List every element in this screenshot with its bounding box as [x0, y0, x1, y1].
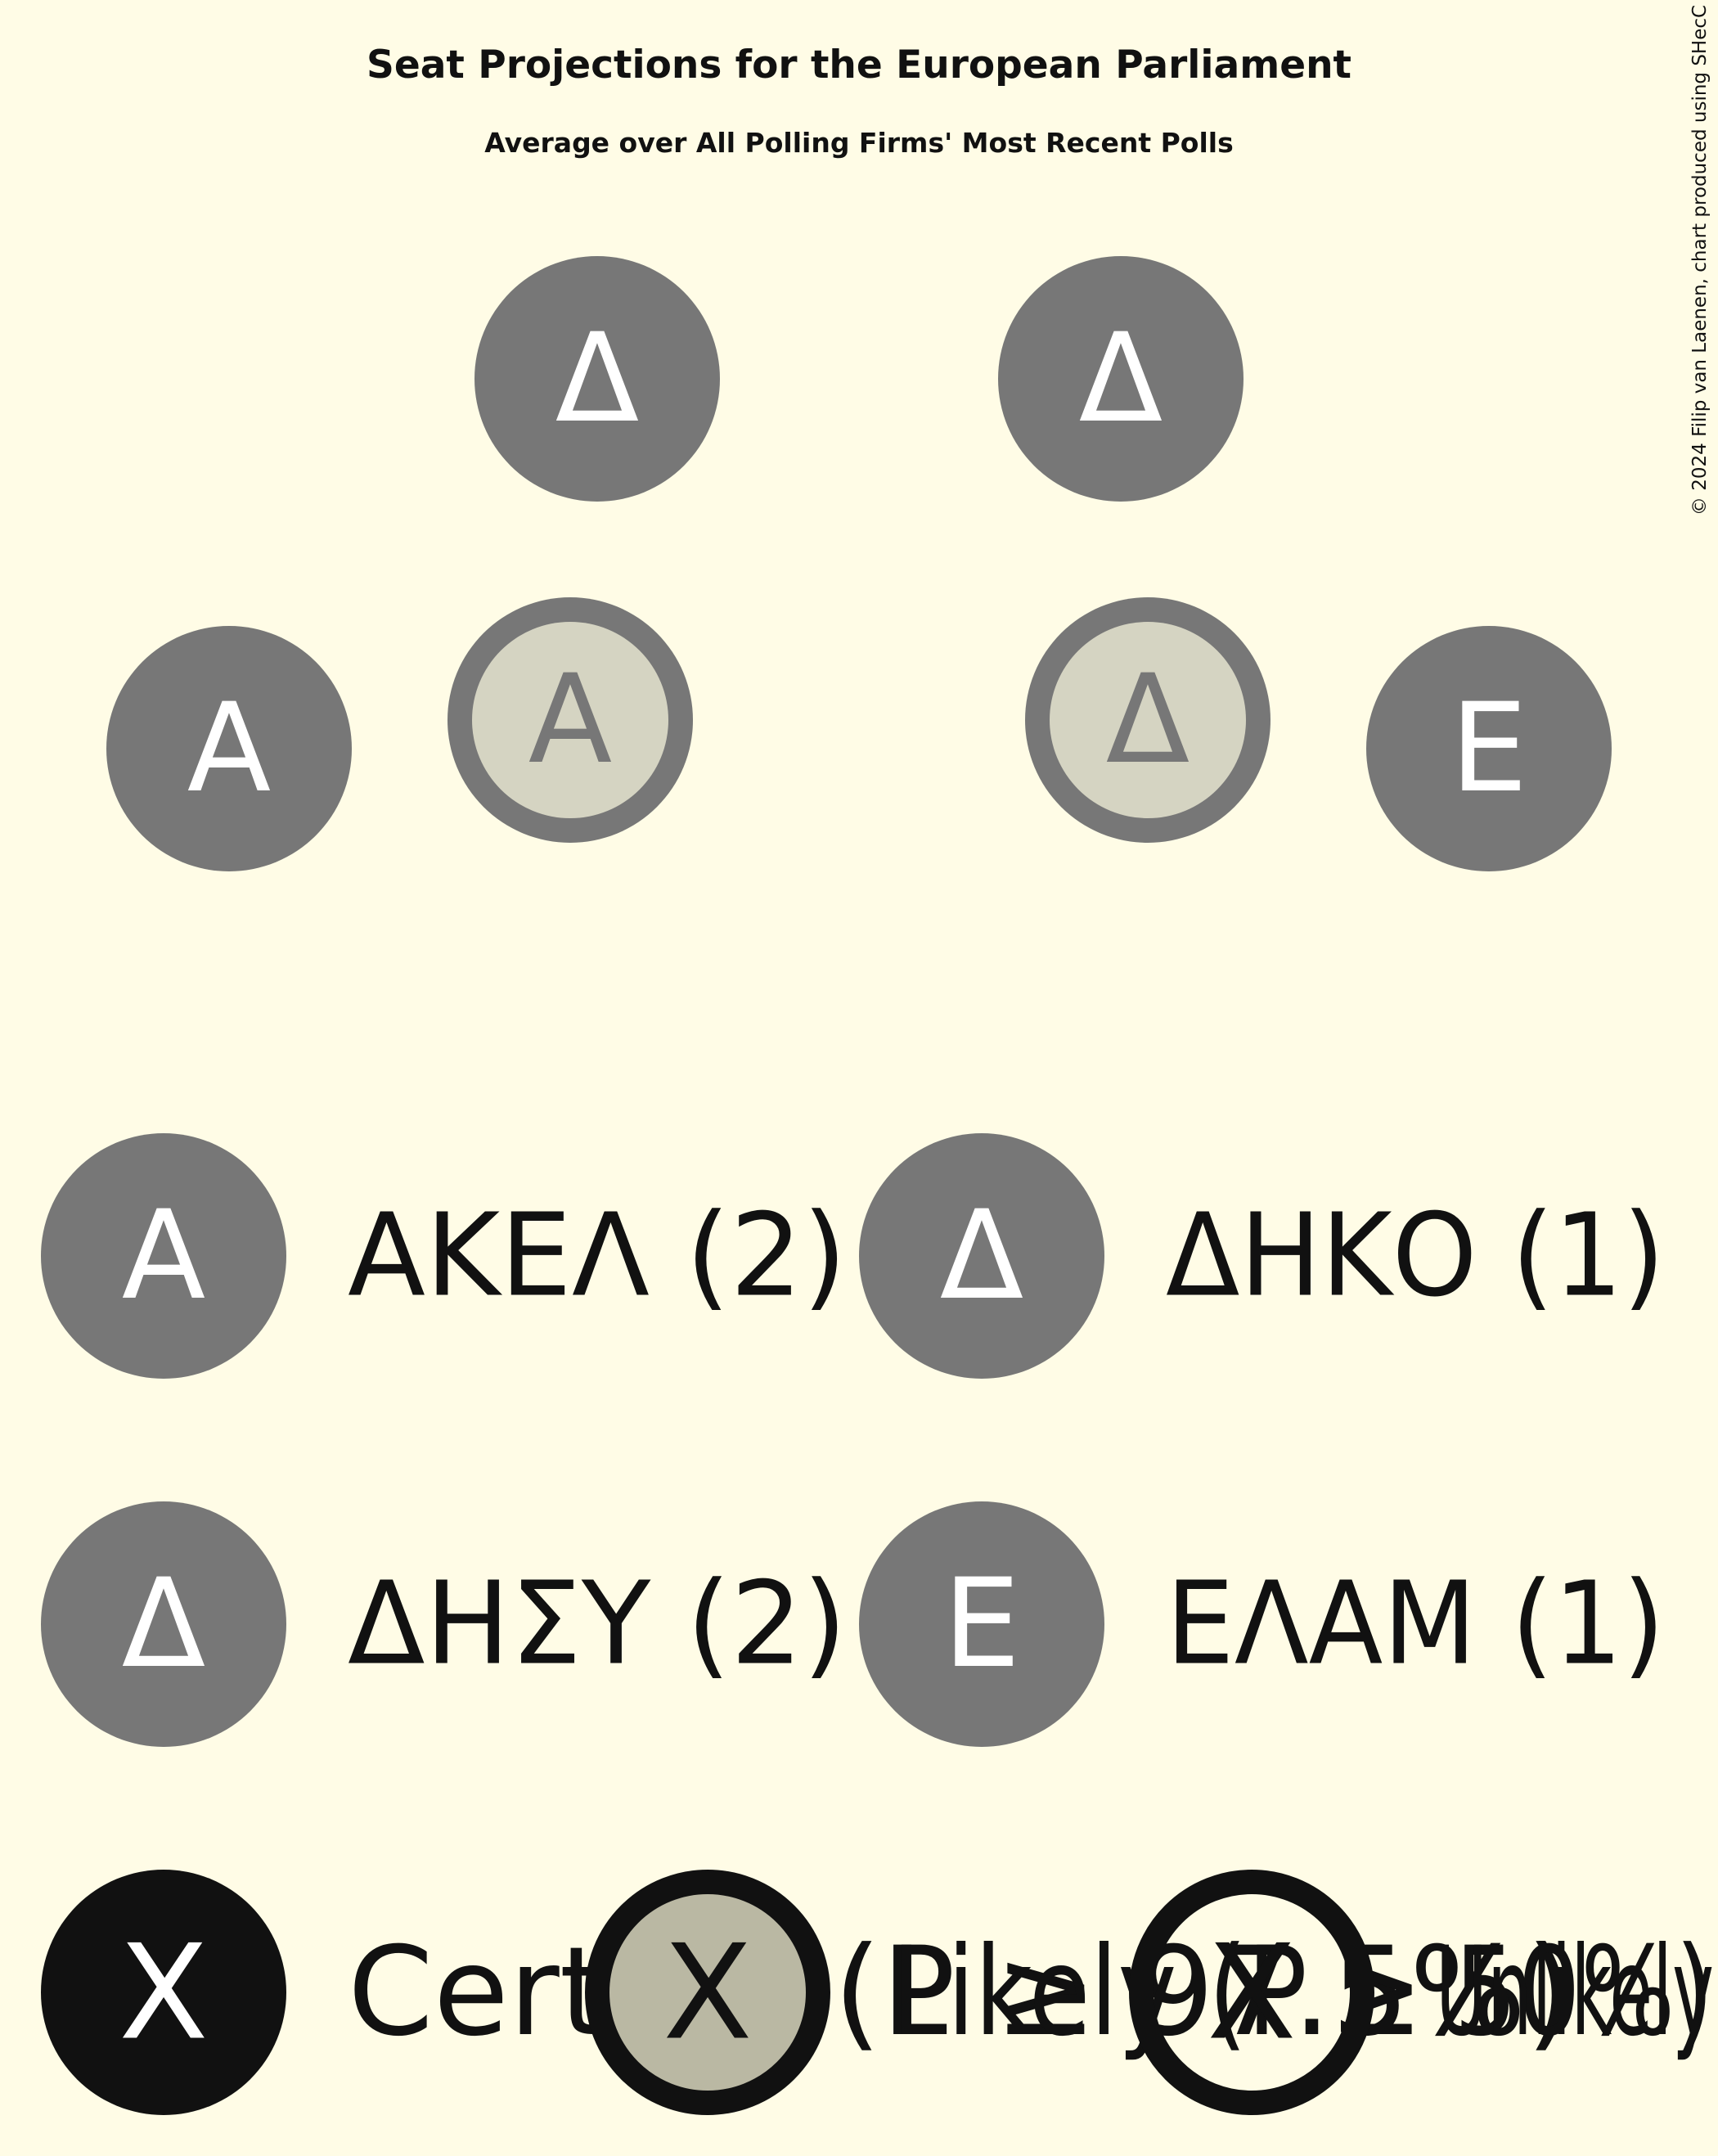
probability-label: Unlikely	[1436, 1921, 1714, 2064]
seat-letter: Α	[528, 649, 613, 791]
legend-label: ΕΛΑΜ (1)	[1166, 1558, 1665, 1691]
seat-2: Α	[447, 597, 693, 843]
legend-letter: Δ	[122, 1553, 206, 1695]
seat-4: Δ	[1025, 597, 1271, 843]
legend-label: ΔΗΚΟ (1)	[1166, 1190, 1665, 1323]
legend-item-3: Δ ΔΗΣΥ (2)	[41, 1501, 847, 1747]
legend-item-1: Α ΑΚΕΛ (2)	[41, 1133, 847, 1379]
seat-6: Ε	[1366, 626, 1612, 871]
legend-letter: Α	[122, 1185, 206, 1327]
seat-letter: Δ	[1079, 308, 1163, 450]
seat-letter: Δ	[555, 308, 640, 450]
legend-label: ΑΚΕΛ (2)	[348, 1190, 847, 1323]
seat-3: Δ	[474, 256, 720, 502]
probability-legend: X Certain (P ≥ 97.5%)X Likely (P ≥ 50%)X Un…	[41, 1870, 1714, 2115]
seat-chart: Α Α Δ Δ Δ Ε Α ΑΚΕΛ (2) Δ ΔΗΚΟ (1) Δ ΔΗΣΥ (2) Ε ΕΛΑΜ …	[41, 256, 1714, 2115]
seat-letter: Δ	[1106, 649, 1190, 791]
party-legend: Α ΑΚΕΛ (2) Δ ΔΗΚΟ (1) Δ ΔΗΣΥ (2) Ε ΕΛΑΜ (1)	[41, 1133, 1665, 1747]
legend-label: ΔΗΣΥ (2)	[348, 1558, 847, 1691]
probability-symbol: X	[119, 1916, 209, 2069]
seat-letter: Ε	[1450, 677, 1528, 820]
legend-letter: Ε	[943, 1553, 1021, 1695]
seats-hemicycle: Α Α Δ Δ Δ Ε	[106, 256, 1612, 871]
legend-item-2: Δ ΔΗΚΟ (1)	[859, 1133, 1665, 1379]
seat-letter: Α	[187, 677, 272, 820]
seat-5: Δ	[998, 256, 1244, 502]
seat-1: Α	[106, 626, 352, 871]
legend-letter: Δ	[940, 1185, 1024, 1327]
legend-item-4: Ε ΕΛΑΜ (1)	[859, 1501, 1665, 1747]
probability-symbol: X	[1207, 1916, 1297, 2069]
probability-symbol: X	[663, 1916, 753, 2069]
